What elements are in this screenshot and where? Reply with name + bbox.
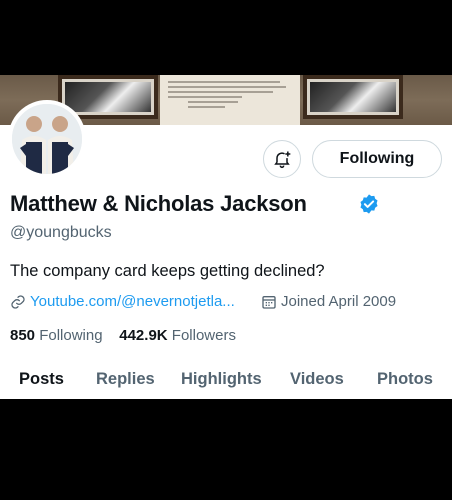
calendar-icon (262, 295, 276, 309)
bio: The company card keeps getting declined? (10, 262, 325, 280)
followers-count: 442.9K (119, 327, 168, 344)
following-stat[interactable]: 850 Following (10, 327, 103, 344)
tab-photos[interactable]: Photos (377, 370, 433, 389)
profile-link-text[interactable]: Youtube.com/@nevernotjetla... (30, 293, 235, 310)
following-button[interactable]: Following (312, 140, 442, 178)
banner-frame-right (303, 75, 403, 119)
following-count: 850 (10, 327, 36, 344)
following-label: Following (39, 327, 103, 344)
profile-tabs: Posts Replies Highlights Videos Photos (0, 370, 452, 392)
verified-badge-icon (360, 194, 378, 214)
tab-replies[interactable]: Replies (96, 370, 155, 389)
handle: @youngbucks (10, 224, 112, 241)
banner-document (160, 75, 300, 125)
joined-text: Joined April 2009 (281, 293, 397, 310)
follow-stats: 850 Following 442.9K Followers (10, 327, 236, 344)
avatar[interactable] (8, 100, 86, 178)
followers-stat[interactable]: 442.9K Followers (119, 327, 236, 344)
tab-highlights[interactable]: Highlights (181, 370, 262, 389)
joined-date: Joined April 2009 (261, 293, 396, 310)
profile-link[interactable]: Youtube.com/@nevernotjetla... (10, 293, 235, 310)
tab-videos[interactable]: Videos (290, 370, 344, 389)
followers-label: Followers (171, 327, 236, 344)
link-icon (11, 294, 25, 309)
display-name: Matthew & Nicholas Jackson (10, 191, 307, 216)
tab-posts[interactable]: Posts (19, 370, 64, 389)
bell-plus-icon[interactable] (263, 140, 301, 178)
